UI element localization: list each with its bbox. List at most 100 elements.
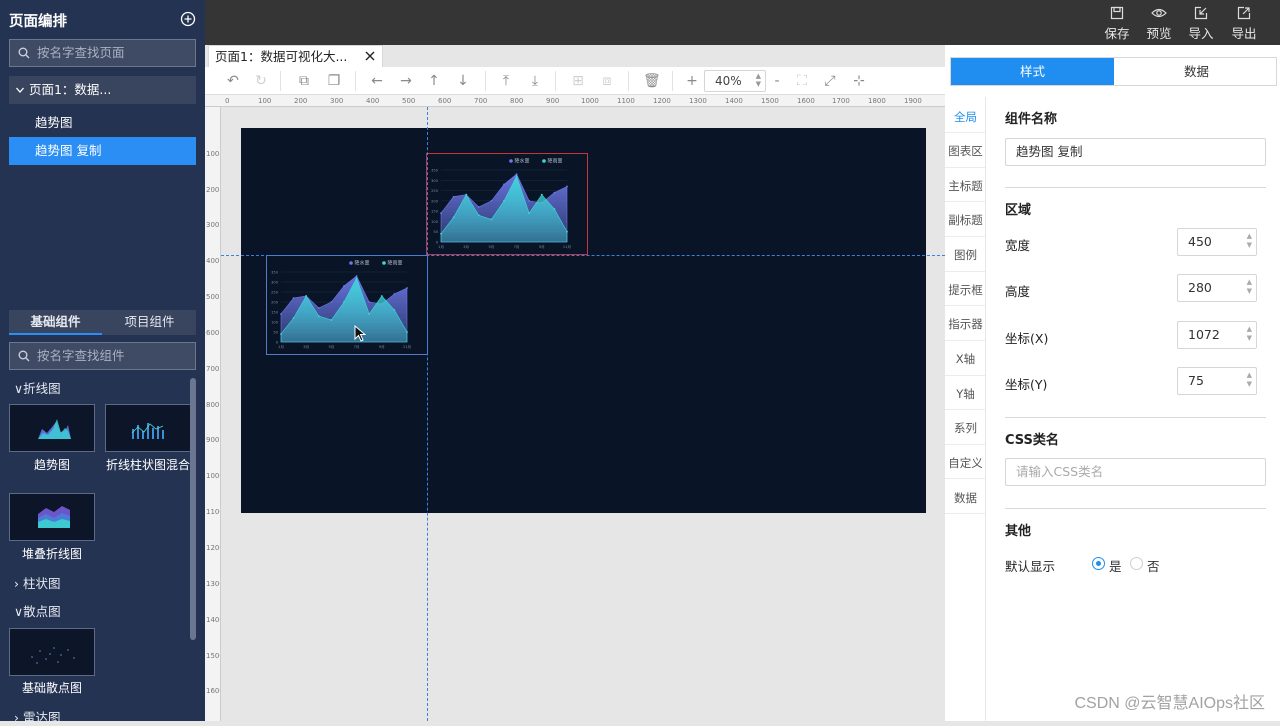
undo-icon[interactable]: ↶ (225, 73, 241, 89)
tab-style[interactable]: 样式 (951, 58, 1114, 85)
zoom-out-icon[interactable]: - (769, 73, 785, 89)
ruler-label: 500 (206, 293, 220, 301)
redo-icon[interactable]: ↻ (253, 73, 269, 89)
left-panel: 页面编排 按名字查找页面 页面1：数据... 趋势图 趋势图 复制 基础组件 项… (0, 0, 205, 725)
data-point (355, 277, 358, 279)
width-label: 宽度 (1005, 238, 1031, 253)
fullscreen-icon[interactable]: ⤢ (822, 73, 838, 89)
data-point (317, 307, 320, 309)
tree-item-label: 趋势图 复制 (35, 143, 102, 158)
copy-icon[interactable]: ⧉ (296, 73, 312, 89)
x-tick-label: 5月 (328, 344, 334, 349)
side-nav-chart-area[interactable]: 图表区 (945, 143, 986, 159)
group-icon[interactable]: ⊞ (570, 73, 586, 89)
component-search-input[interactable]: 按名字查找组件 (9, 342, 196, 370)
category-label: 折线图 (23, 381, 61, 396)
chart-widget-selected[interactable]: 0 50 100 150 200 250 300 350 1月 3月 5月 7月 9月 11月 降水量 降雨量 (426, 153, 588, 255)
category-radar[interactable]: › 雷达图 (14, 707, 61, 726)
category-bar[interactable]: › 柱状图 (14, 573, 61, 592)
thumb-trend[interactable] (9, 404, 95, 452)
save-icon (1110, 6, 1124, 20)
close-icon[interactable] (364, 50, 376, 62)
arrow-left-icon[interactable]: ← (369, 73, 385, 89)
ruler-label: 400 (366, 97, 380, 105)
side-nav-subtitle[interactable]: 副标题 (945, 212, 986, 228)
send-to-bottom-icon[interactable]: ⤓ (527, 73, 543, 89)
arrow-up-icon[interactable]: ↑ (426, 73, 442, 89)
data-point (490, 199, 493, 202)
side-nav-global[interactable]: 全局 (945, 109, 986, 125)
ungroup-icon[interactable]: ⧈ (599, 73, 615, 89)
document-tab[interactable]: 页面1：数据可视化大... (208, 45, 383, 67)
ruler-label: 1000 (206, 472, 220, 480)
thumb-basic-scatter[interactable] (9, 628, 95, 676)
search-icon (18, 350, 30, 362)
import-button[interactable]: 导入 (1183, 6, 1219, 42)
export-button[interactable]: 导出 (1226, 6, 1262, 42)
chart-widget-copy[interactable]: 0 50 100 150 200 250 300 350 1月 3月 5月 7月 9月 11月 降水量 降雨量 (266, 255, 428, 355)
side-nav-main-title[interactable]: 主标题 (945, 178, 986, 194)
fit-screen-icon[interactable]: ⛶ (794, 73, 810, 89)
tab-basic-components[interactable]: 基础组件 (9, 310, 102, 335)
side-nav-series[interactable]: 系列 (945, 420, 986, 436)
paste-icon[interactable]: ❐ (326, 73, 342, 89)
css-class-input[interactable]: 请输入CSS类名 (1005, 458, 1266, 486)
tree-item-trend-copy[interactable]: 趋势图 复制 (9, 137, 196, 165)
ruler-label: 100 (258, 97, 272, 105)
category-line[interactable]: ∨折线图 (14, 378, 61, 397)
tree-item-trend[interactable]: 趋势图 (9, 109, 196, 137)
y-coord-input[interactable]: 75 ▲ ▼ (1177, 367, 1257, 395)
line-bar-thumbnail (131, 423, 164, 439)
alignment-guide-vertical (427, 107, 428, 721)
zoom-value: 40% (715, 74, 742, 88)
side-nav-y-axis[interactable]: Y轴 (945, 386, 986, 402)
tab-project-components[interactable]: 项目组件 (103, 310, 196, 335)
component-name-input[interactable]: 趋势图 复制 (1005, 138, 1266, 166)
data-point (380, 295, 383, 297)
save-button[interactable]: 保存 (1099, 6, 1135, 42)
arrow-right-icon[interactable]: → (398, 73, 414, 89)
stepper-icon[interactable]: ▲ ▼ (1247, 371, 1252, 389)
side-nav-custom[interactable]: 自定义 (945, 455, 986, 471)
delete-icon[interactable]: 🗑 (643, 73, 661, 89)
thumb-stacked-line[interactable] (9, 493, 95, 541)
radio-yes[interactable] (1092, 557, 1105, 570)
arrow-down-icon[interactable]: ↓ (455, 73, 471, 89)
left-panel-scrollbar[interactable] (190, 378, 196, 640)
data-point (528, 212, 531, 215)
zoom-stepper-icon[interactable]: ▲ ▼ (756, 72, 761, 88)
y-tick-label: 250 (271, 291, 279, 295)
stepper-icon[interactable]: ▲ ▼ (1247, 232, 1252, 250)
side-nav-x-axis[interactable]: X轴 (945, 351, 986, 367)
zoom-in-icon[interactable]: + (684, 73, 700, 89)
properties-panel: 样式 数据 全局 图表区 主标题 副标题 图例 提示框 指示器 X轴 Y轴 系列… (945, 45, 1280, 721)
width-input[interactable]: 450 ▲ ▼ (1177, 228, 1257, 256)
category-scatter[interactable]: ∨散点图 (14, 601, 61, 620)
chevron-down-icon: ∨ (14, 381, 24, 396)
page-search-input[interactable]: 按名字查找页面 (9, 39, 196, 67)
x-tick-label: 3月 (463, 244, 469, 249)
bring-to-top-icon[interactable]: ⤒ (498, 73, 514, 89)
zoom-input[interactable]: 40% ▲ ▼ (704, 70, 766, 92)
tab-data[interactable]: 数据 (1115, 58, 1278, 85)
preview-button[interactable]: 预览 (1141, 6, 1177, 42)
ruler-label: 700 (474, 97, 488, 105)
height-input[interactable]: 280 ▲ ▼ (1177, 274, 1257, 302)
radio-no[interactable] (1130, 557, 1143, 570)
page-tree-node[interactable]: 页面1：数据... (9, 76, 196, 104)
side-nav-data[interactable]: 数据 (945, 490, 986, 506)
grid-icon[interactable]: ⊹ (851, 73, 867, 89)
data-point (440, 232, 442, 235)
stepper-icon[interactable]: ▲ ▼ (1247, 278, 1252, 296)
add-page-icon[interactable] (180, 11, 196, 27)
x-coord-input[interactable]: 1072 ▲ ▼ (1177, 321, 1257, 349)
side-nav-tooltip[interactable]: 提示框 (945, 282, 986, 298)
y-tick-label: 300 (271, 281, 279, 285)
thumb-line-bar-mix[interactable] (105, 404, 191, 452)
chevron-down-icon (16, 87, 24, 93)
design-canvas[interactable]: 0 50 100 150 200 250 300 350 1月 3月 5月 7月 9月 11月 降水量 降雨量… (241, 128, 926, 513)
stepper-icon[interactable]: ▲ ▼ (1247, 325, 1252, 343)
side-nav-indicator[interactable]: 指示器 (945, 316, 986, 332)
legend-label: 降雨量 (548, 158, 563, 165)
side-nav-legend[interactable]: 图例 (945, 247, 986, 263)
